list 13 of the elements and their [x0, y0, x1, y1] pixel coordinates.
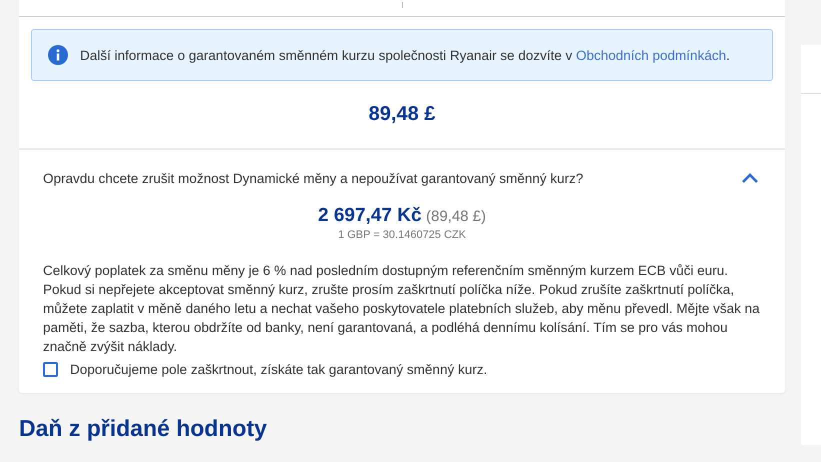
section-heading: Daň z přidané hodnoty	[19, 415, 267, 442]
chevron-icon	[741, 172, 760, 184]
checkbox[interactable]	[43, 362, 58, 377]
checkbox-label: Doporučujeme pole zaškrtnout, získáte tak garantovaný směnný kurz.	[70, 362, 488, 377]
terms-link[interactable]: Obchodních podmínkách	[576, 48, 726, 62]
converted-amount: 2 697,47 Kč	[318, 205, 422, 226]
original-amount: (89,48 £)	[426, 208, 486, 225]
info-icon	[48, 45, 68, 65]
exchange-rate: 1 GBP = 30.1460725 CZK	[337, 229, 467, 241]
question-text: Opravdu chcete zrušit možnost Dynamické měny a nepoužívat garantovaný směnný kurz?	[43, 170, 584, 186]
fee-description: Celkový poplatek za směnu měny je 6 % nad posledním dostupným referenčním směnným kurzem ECB vůči euru. Pokud si nepřejete akceptovat směnný kurz, zrušte prosím zaškrtnutí políčka níže. Pokud zrušíte zaškrtnutí políčka, můžete zaplatit v měně daného letu a nechat vašeho poskytovatele platebních služeb, aby měnu převedl. Mějte však na paměti, že sazba, kterou obdržíte od banky, není garantovaná, a podléhá dennímu kolísání. Tím se pro vás mohou značně zvýšit náklady.	[43, 262, 761, 356]
price: 89,48 £	[368, 102, 436, 127]
info-text: Další informace o garantovaném směnném kurzu společnosti Ryanair se dozvíte v Obchodních podmínkách.	[80, 48, 730, 62]
